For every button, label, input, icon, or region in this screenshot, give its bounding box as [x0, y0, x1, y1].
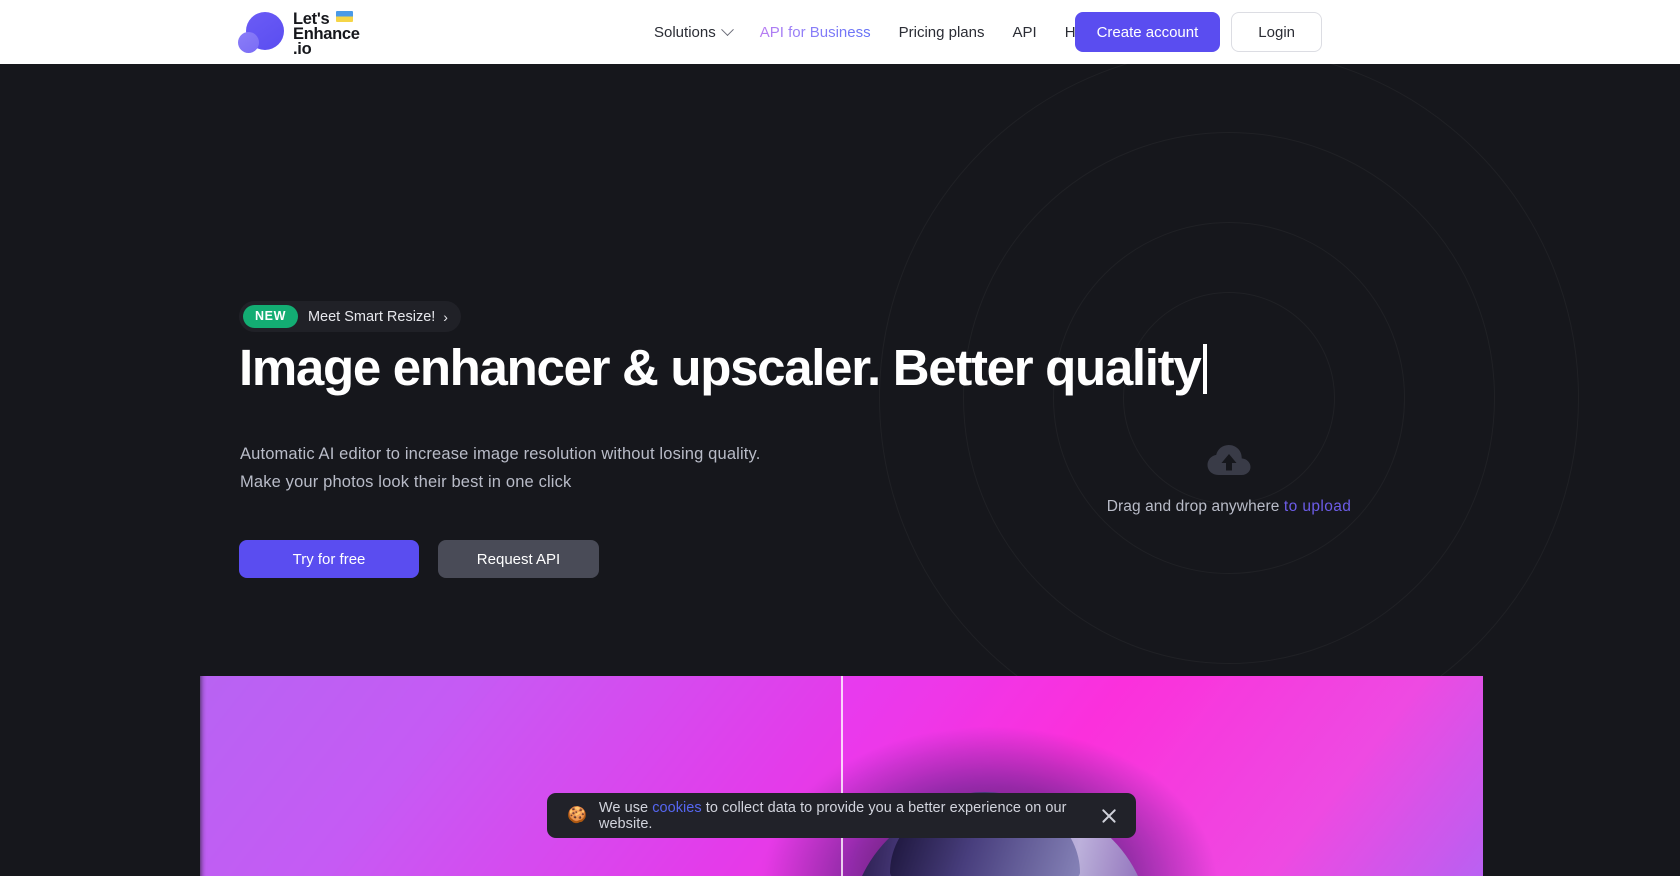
cookie-text-before: We use	[598, 799, 653, 816]
request-api-button[interactable]: Request API	[438, 540, 599, 578]
comparison-before-half	[200, 676, 841, 876]
site-header: Let's Enhance .io Solutions API for Busi…	[0, 0, 1680, 64]
nav-item-api[interactable]: API	[999, 24, 1051, 41]
create-account-button[interactable]: Create account	[1074, 12, 1221, 52]
badge-new-tag: NEW	[243, 305, 298, 328]
dropzone-label: Drag and drop anywhere to upload	[1107, 498, 1352, 516]
badge-label: Meet Smart Resize!	[307, 308, 436, 325]
logo-line-3: .io	[293, 40, 312, 58]
cookie-banner: 🍪 We use cookies to collect data to prov…	[547, 793, 1136, 838]
hero-subtitle: Automatic AI editor to increase image re…	[240, 440, 760, 496]
before-after-comparison[interactable]	[200, 676, 1483, 876]
login-button[interactable]: Login	[1231, 12, 1322, 52]
ukraine-flag-icon	[336, 11, 354, 23]
chevron-right-icon: ›	[443, 308, 448, 325]
logo-wordmark: Let's Enhance .io	[293, 10, 360, 58]
cookie-icon: 🍪	[567, 806, 587, 824]
chevron-down-icon	[720, 22, 734, 36]
upload-dropzone[interactable]: Drag and drop anywhere to upload	[1000, 444, 1458, 524]
headline-text: Image enhancer & upscaler. Better qualit…	[239, 339, 1202, 396]
page-title: Image enhancer & upscaler. Better qualit…	[239, 340, 1389, 395]
cookie-policy-link[interactable]: cookies	[652, 800, 702, 816]
header-actions: Create account Login	[1074, 12, 1322, 52]
dropzone-upload-link[interactable]: to upload	[1284, 498, 1351, 515]
cookie-message: We use cookies to collect data to provid…	[599, 800, 1088, 832]
subtitle-line-2: Make your photos look their best in one …	[240, 473, 572, 491]
nav-item-pricing-plans[interactable]: Pricing plans	[885, 24, 999, 41]
hero-cta-group: Try for free Request API	[239, 540, 599, 578]
hero-section: NEW Meet Smart Resize! › Image enhancer …	[0, 64, 1680, 676]
dropzone-text: Drag and drop anywhere	[1106, 498, 1284, 515]
nav-item-solutions[interactable]: Solutions	[640, 22, 746, 41]
nav-label-solutions: Solutions	[654, 23, 716, 41]
typing-caret	[1203, 344, 1208, 394]
subtitle-line-1: Automatic AI editor to increase image re…	[240, 445, 761, 463]
cloud-upload-icon	[1207, 444, 1251, 478]
logo-mark-icon	[238, 10, 284, 54]
comparison-after-half	[841, 676, 1483, 876]
nav-item-api-for-business[interactable]: API for Business	[746, 24, 885, 41]
try-for-free-button[interactable]: Try for free	[239, 540, 419, 578]
smart-resize-badge[interactable]: NEW Meet Smart Resize! ›	[239, 301, 461, 332]
logo[interactable]: Let's Enhance .io	[238, 10, 360, 57]
comparison-slider-handle[interactable]	[841, 676, 843, 876]
close-icon[interactable]	[1100, 807, 1118, 825]
